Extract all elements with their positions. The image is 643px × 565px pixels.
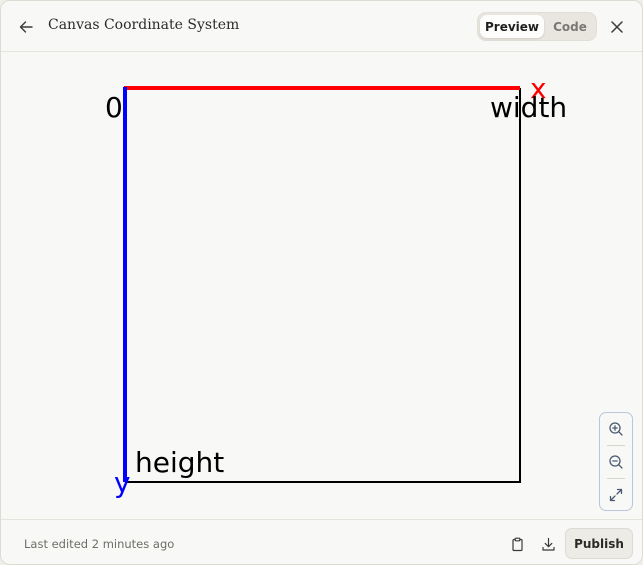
coordinate-diagram: 0 x width height y [105, 72, 567, 499]
page-title: Canvas Coordinate System [48, 17, 240, 33]
canvas-box-outline [125, 88, 521, 483]
width-label: width [490, 91, 567, 124]
close-icon [611, 21, 623, 33]
height-label: height [135, 446, 224, 479]
tab-preview[interactable]: Preview [480, 15, 544, 38]
zoom-out-button[interactable] [600, 446, 632, 478]
tab-code[interactable]: Code [546, 15, 594, 38]
zoom-in-button[interactable] [600, 413, 632, 445]
zoom-out-icon [609, 455, 623, 469]
expand-icon [609, 488, 623, 502]
copy-button[interactable] [505, 532, 529, 556]
origin-label: 0 [105, 91, 123, 124]
download-button[interactable] [536, 532, 560, 556]
zoom-controls [599, 412, 633, 511]
y-axis-label: y [114, 466, 131, 499]
view-toggle: Preview Code [477, 12, 597, 41]
clipboard-icon [511, 537, 523, 551]
zoom-in-icon [609, 422, 623, 436]
header: Canvas Coordinate System Preview Code [1, 1, 642, 52]
footer: Last edited 2 minutes ago Publish [1, 519, 642, 564]
arrow-left-icon [19, 21, 33, 33]
close-button[interactable] [606, 16, 628, 38]
preview-canvas: 0 x width height y [1, 53, 642, 519]
artifact-window: Canvas Coordinate System Preview Code 0 … [0, 0, 643, 565]
download-icon [541, 537, 555, 551]
last-edited-text: Last edited 2 minutes ago [24, 537, 175, 551]
publish-button[interactable]: Publish [565, 528, 633, 559]
fit-to-screen-button[interactable] [600, 479, 632, 511]
back-button[interactable] [15, 16, 37, 38]
